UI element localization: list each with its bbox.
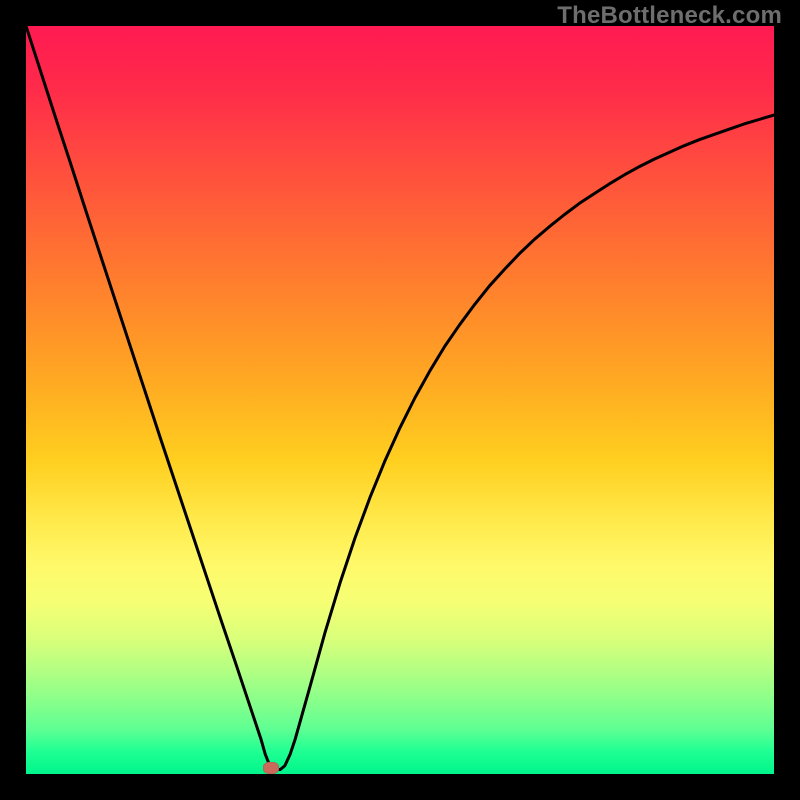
curve-layer xyxy=(26,26,774,774)
plot-area xyxy=(26,26,774,774)
bottleneck-curve xyxy=(26,26,774,770)
chart-frame: TheBottleneck.com xyxy=(0,0,800,800)
optimal-marker xyxy=(263,762,279,774)
